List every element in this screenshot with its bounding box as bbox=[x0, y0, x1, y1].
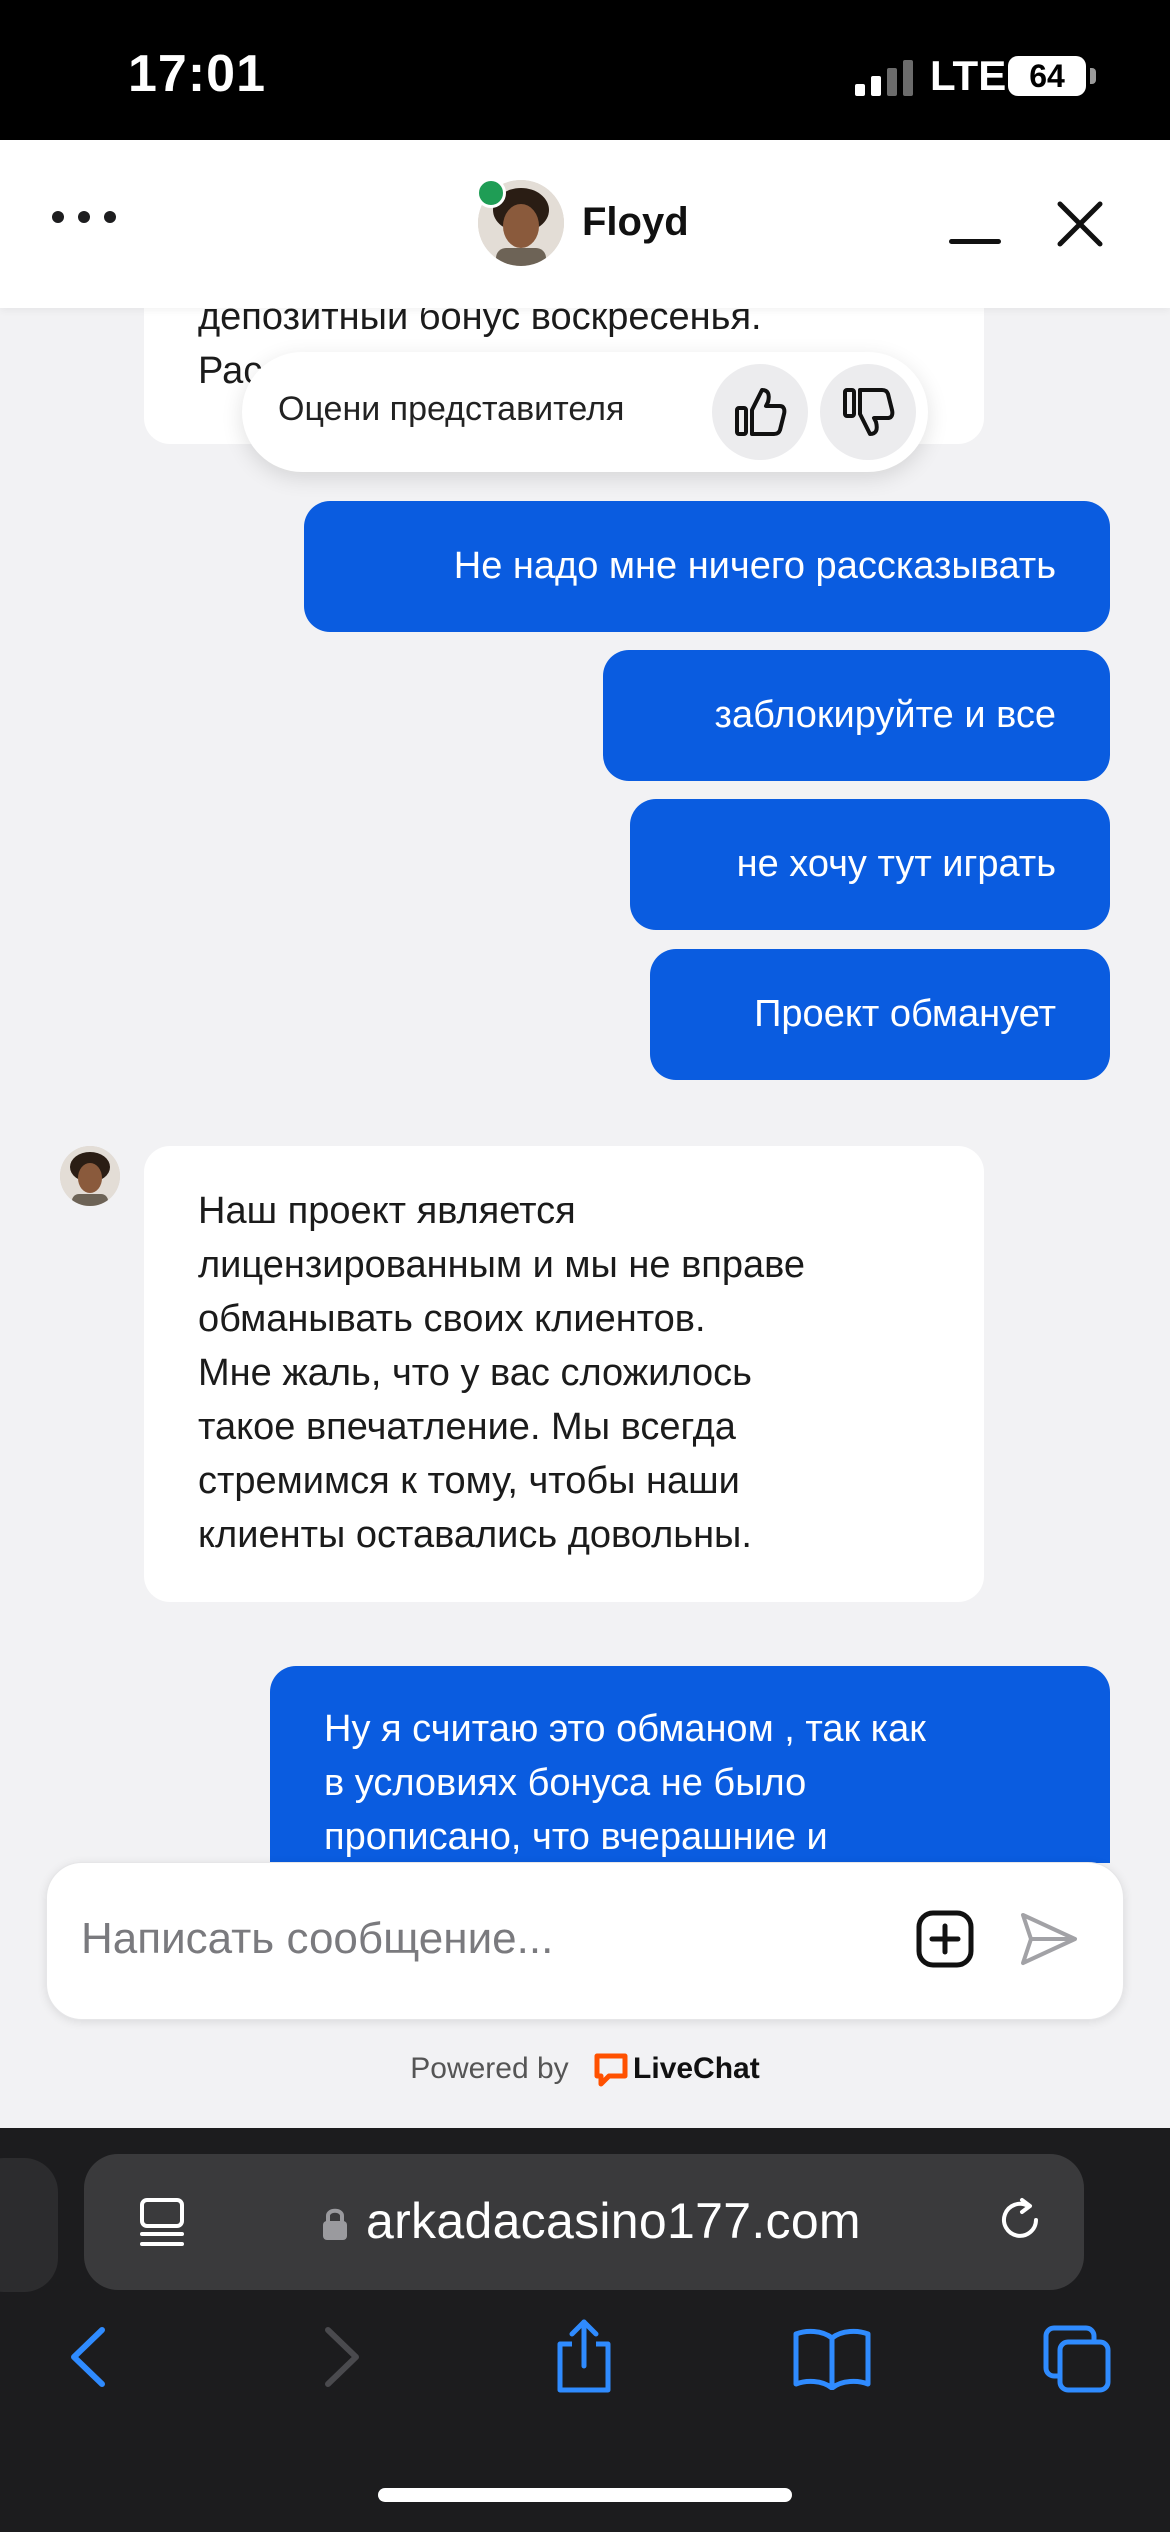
battery-level: 64 bbox=[1008, 56, 1086, 96]
thumbs-up-icon bbox=[735, 388, 787, 436]
powered-by-footer: Powered by LiveChat bbox=[0, 2052, 1170, 2088]
browser-toolbar: arkadacasino177.com bbox=[0, 2128, 1170, 2532]
livechat-logo-icon bbox=[594, 2053, 628, 2087]
agent-message: Наш проект является лицензированным и мы… bbox=[144, 1146, 984, 1602]
visitor-message: Ну я считаю это обманом , так как в усло… bbox=[270, 1666, 1110, 1863]
powered-by-text: Powered by bbox=[410, 2052, 569, 2085]
message-line: стремимся к тому, чтобы наши bbox=[198, 1460, 740, 1502]
thumbs-down-icon bbox=[843, 388, 895, 436]
address-bar[interactable]: arkadacasino177.com bbox=[84, 2154, 1084, 2290]
message-line: обманывать своих клиентов. bbox=[198, 1298, 706, 1340]
message-line: Наш проект является bbox=[198, 1190, 576, 1232]
message-line: клиенты оставались довольны. bbox=[198, 1514, 752, 1556]
cell-signal-icon bbox=[855, 60, 913, 96]
message-text: не хочу тут играть bbox=[736, 843, 1056, 885]
message-line: депозитный бонус воскресенья. bbox=[198, 308, 762, 338]
previous-tab-preview[interactable] bbox=[0, 2158, 58, 2292]
network-type: LTE bbox=[930, 52, 1007, 99]
message-composer bbox=[46, 1862, 1124, 2020]
message-text: заблокируйте и все bbox=[714, 694, 1056, 736]
thumbs-up-button[interactable] bbox=[712, 364, 808, 460]
visitor-message: Проект обманует bbox=[650, 949, 1110, 1080]
status-bar: 17:01 LTE 64 bbox=[0, 0, 1170, 140]
message-line: такое впечатление. Мы всегда bbox=[198, 1406, 736, 1448]
message-text: Проект обманует bbox=[754, 993, 1056, 1035]
status-time: 17:01 bbox=[128, 45, 266, 103]
message-line: прописано, что вчерашние и bbox=[324, 1816, 828, 1858]
visitor-message: Не надо мне ничего рассказывать bbox=[304, 501, 1110, 632]
rate-agent-bar: Оцени представителя bbox=[242, 352, 928, 472]
forward-icon[interactable] bbox=[312, 2322, 368, 2392]
agent-avatar-small bbox=[60, 1146, 120, 1206]
url-text: arkadacasino177.com bbox=[366, 2193, 861, 2249]
message-line: Ну я считаю это обманом , так как bbox=[324, 1708, 926, 1750]
rate-agent-label: Оцени представителя bbox=[278, 390, 625, 428]
online-status-indicator bbox=[476, 178, 506, 208]
message-line: Мне жаль, что у вас сложилось bbox=[198, 1352, 752, 1394]
chat-message-list[interactable]: депозитный бонус воскресенья. Рас Оцени … bbox=[0, 308, 1170, 1863]
bookmarks-icon[interactable] bbox=[792, 2326, 872, 2390]
message-line: лицензированным и мы не вправе bbox=[198, 1244, 806, 1286]
message-input[interactable] bbox=[79, 1913, 903, 1965]
back-icon[interactable] bbox=[62, 2322, 118, 2392]
close-icon[interactable] bbox=[1052, 196, 1108, 252]
visitor-message: не хочу тут играть bbox=[630, 799, 1110, 930]
more-options-icon[interactable] bbox=[52, 202, 122, 232]
agent-name: Floyd bbox=[582, 200, 689, 244]
message-line: в условиях бонуса не было bbox=[324, 1762, 807, 1804]
reload-icon[interactable] bbox=[992, 2192, 1048, 2248]
attach-plus-icon[interactable] bbox=[913, 1907, 977, 1971]
chat-header: Floyd bbox=[0, 140, 1170, 308]
lock-icon bbox=[323, 2208, 347, 2240]
message-text: Не надо мне ничего рассказывать bbox=[453, 545, 1056, 587]
minimize-button[interactable] bbox=[945, 200, 1005, 250]
thumbs-down-button[interactable] bbox=[820, 364, 916, 460]
share-icon[interactable] bbox=[552, 2316, 616, 2396]
tabs-icon[interactable] bbox=[1042, 2324, 1114, 2396]
send-icon[interactable] bbox=[1017, 1907, 1081, 1971]
home-indicator bbox=[378, 2488, 792, 2502]
visitor-message: заблокируйте и все bbox=[603, 650, 1110, 781]
page-menu-icon[interactable] bbox=[134, 2194, 190, 2250]
battery-cap bbox=[1090, 68, 1096, 84]
livechat-brand[interactable]: LiveChat bbox=[633, 2052, 760, 2085]
